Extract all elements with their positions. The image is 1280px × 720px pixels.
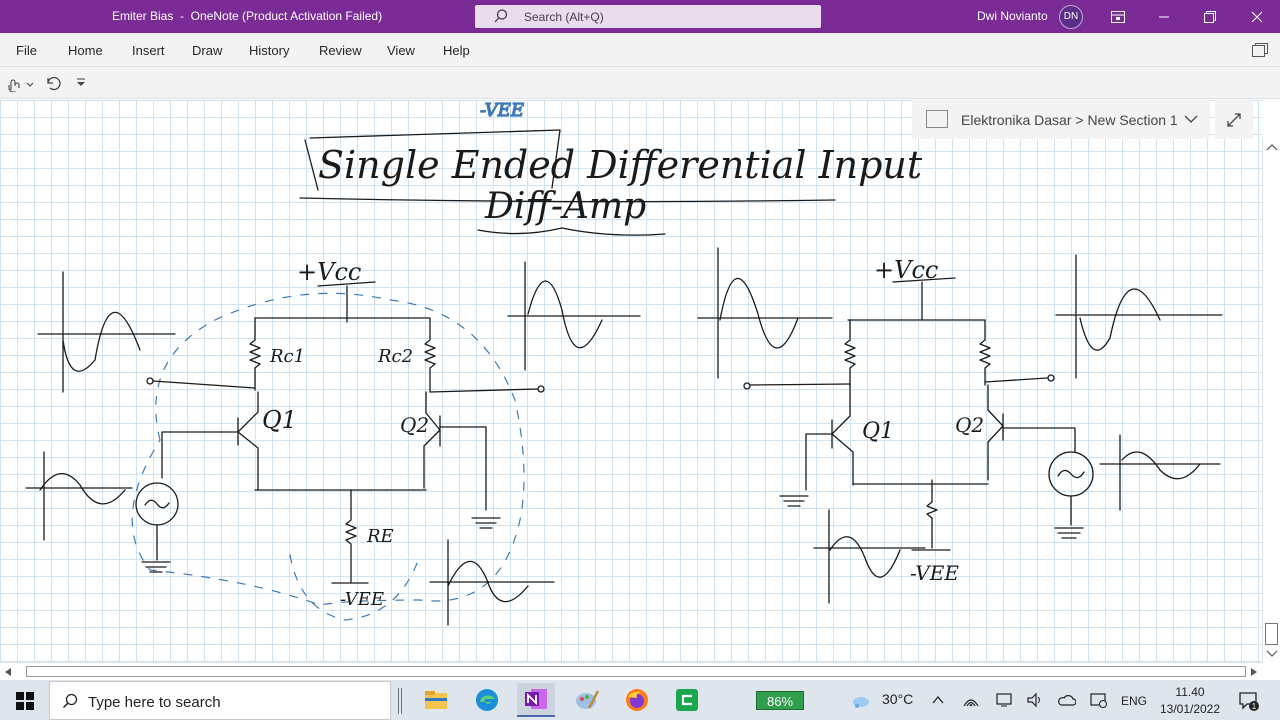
quick-access-toolbar <box>0 67 1280 99</box>
scroll-right-icon[interactable] <box>1250 667 1258 677</box>
taskbar-paint[interactable] <box>568 683 606 717</box>
file-explorer-icon <box>425 691 447 709</box>
task-view-divider <box>398 688 402 714</box>
minimize-icon <box>1159 16 1169 17</box>
menu-history[interactable]: History <box>249 43 289 58</box>
display-icon[interactable] <box>996 692 1012 708</box>
taskbar-onenote[interactable] <box>517 683 555 717</box>
onedrive-icon[interactable] <box>1058 693 1076 707</box>
undo-icon[interactable] <box>44 75 62 91</box>
vertical-scroll-thumb[interactable] <box>1265 623 1278 645</box>
notification-icon[interactable]: 1 <box>1238 690 1260 712</box>
restore-icon <box>1204 10 1216 23</box>
search-placeholder: Search (Alt+Q) <box>524 10 604 24</box>
battery-indicator[interactable]: 86% <box>756 691 804 710</box>
horizontal-scroll-thumb[interactable] <box>26 666 1246 677</box>
weather-icon[interactable] <box>850 692 870 710</box>
window-title: Emiter Bias - OneNote (Product Activatio… <box>112 9 383 23</box>
search-input[interactable]: Search (Alt+Q) <box>475 5 821 28</box>
start-windows-icon[interactable] <box>16 692 34 710</box>
paint-icon <box>576 690 599 709</box>
camtasia-icon <box>676 689 698 711</box>
left-q1-label: Q1 <box>262 406 297 434</box>
note-title-line1: Single Ended Differential Input <box>318 143 923 187</box>
edge-icon <box>476 689 498 711</box>
expand-icon <box>1227 112 1241 127</box>
ribbon-display-icon <box>1111 10 1125 23</box>
right-q1-label: Q1 <box>862 419 894 444</box>
left-vee-label: -VEE <box>340 589 384 610</box>
clock-time: 11.40 <box>1175 685 1205 699</box>
temperature[interactable]: 30°C <box>882 691 913 707</box>
menu-home[interactable]: Home <box>68 43 103 58</box>
network-status-icon[interactable] <box>1090 692 1108 708</box>
title-bar: Emiter Bias - OneNote (Product Activatio… <box>0 0 1280 33</box>
taskbar-search-placeholder: Type here to search <box>88 694 221 711</box>
firefox-icon <box>626 689 648 711</box>
left-circuit: +Vcc Rc1 Rc2 Q1 Q2 RE -VEE <box>25 258 641 626</box>
vertical-scrollbar[interactable] <box>1262 139 1280 662</box>
wifi-icon[interactable] <box>962 692 980 708</box>
menu-bar: File Home Insert Draw History Review Vie… <box>0 33 1280 67</box>
menu-insert[interactable]: Insert <box>132 43 165 58</box>
rc1-label: Rc1 <box>269 346 305 367</box>
customize-icon[interactable] <box>76 78 86 88</box>
left-vcc-label: +Vcc <box>297 258 361 286</box>
right-vee-label: -VEE <box>910 561 959 585</box>
top-fragment: -VEE <box>480 100 524 121</box>
taskbar-camtasia[interactable] <box>668 683 706 717</box>
right-q2-label: Q2 <box>955 413 984 437</box>
menu-view[interactable]: View <box>387 43 415 58</box>
touch-mode-icon[interactable] <box>6 76 34 92</box>
language-indicator[interactable]: ENG <box>1121 694 1147 708</box>
subtitle-underline <box>477 227 666 236</box>
avatar[interactable]: DN <box>1059 5 1083 29</box>
coauthor-button[interactable] <box>1095 0 1141 33</box>
menu-review[interactable]: Review <box>319 43 362 58</box>
note-canvas[interactable]: -VEE Single Ended Differential Input Dif… <box>0 100 1262 662</box>
scroll-up-icon[interactable] <box>1266 143 1278 151</box>
notification-count: 1 <box>1252 702 1257 711</box>
full-page-view-button[interactable] <box>1215 100 1253 139</box>
search-icon <box>494 9 508 23</box>
handwritten-ink: -VEE Single Ended Differential Input Dif… <box>25 100 1223 626</box>
taskbar-search-box[interactable]: Type here to search <box>49 681 391 720</box>
note-title-line2: Diff-Amp <box>484 186 646 227</box>
rc2-label: Rc2 <box>377 346 413 367</box>
onenote-icon <box>525 689 547 709</box>
notebook-navigator[interactable]: Elektronika Dasar > New Section 1 <box>912 100 1210 139</box>
right-circuit: +Vcc Q1 Q2 -VEE <box>697 247 1223 604</box>
breadcrumb: Elektronika Dasar > New Section 1 <box>961 112 1178 128</box>
restore-button[interactable] <box>1187 0 1233 33</box>
menu-file[interactable]: File <box>16 43 37 58</box>
menu-draw[interactable]: Draw <box>192 43 222 58</box>
clock[interactable]: 11.40 13/01/2022 <box>1155 684 1225 718</box>
taskbar-edge[interactable] <box>468 683 506 717</box>
left-q2-label: Q2 <box>400 413 429 437</box>
user-name[interactable]: Dwi Novianto <box>977 9 1048 23</box>
scroll-down-icon[interactable] <box>1266 650 1278 658</box>
search-icon <box>62 693 78 709</box>
volume-icon[interactable] <box>1026 692 1044 708</box>
minimize-button[interactable] <box>1141 0 1187 33</box>
close-button[interactable] <box>1234 0 1280 33</box>
scroll-left-icon[interactable] <box>4 667 12 677</box>
menu-help[interactable]: Help <box>443 43 470 58</box>
notebook-icon <box>926 110 948 128</box>
expand-ribbon-icon[interactable] <box>1252 43 1268 57</box>
show-hidden-icons-icon[interactable] <box>932 695 944 705</box>
chevron-down-icon <box>1184 115 1198 123</box>
clock-date: 13/01/2022 <box>1159 702 1221 716</box>
taskbar-firefox[interactable] <box>618 683 656 717</box>
close-icon <box>1251 11 1263 22</box>
taskbar-file-explorer[interactable] <box>417 683 455 717</box>
horizontal-scrollbar[interactable] <box>0 662 1262 680</box>
left-re-label: RE <box>366 526 394 547</box>
